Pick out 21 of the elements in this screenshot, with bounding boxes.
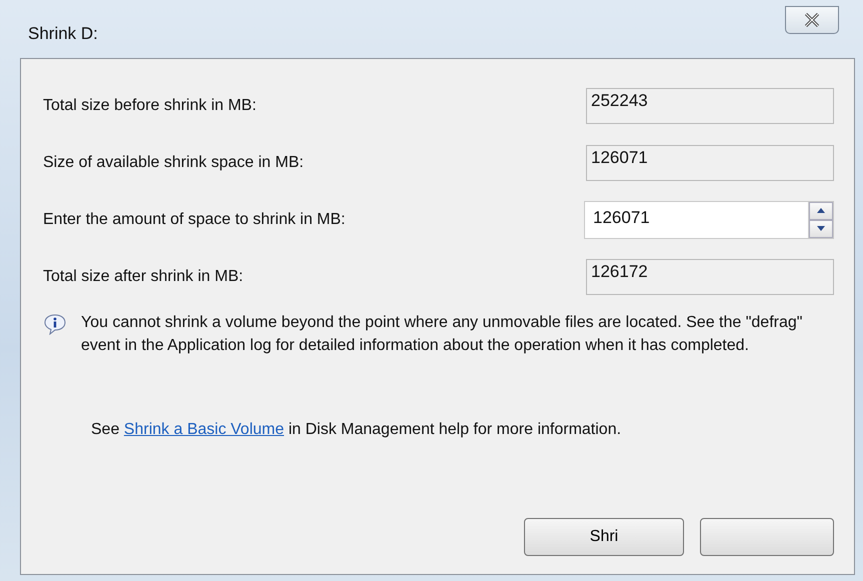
dialog-button[interactable]: Shri (524, 518, 684, 556)
field-label: Total size before shrink in MB: (43, 96, 256, 114)
close-icon (804, 13, 820, 27)
field-label: Size of available shrink space in MB: (43, 154, 304, 172)
help-link[interactable]: Shrink a Basic Volume (124, 421, 284, 438)
dialog-button[interactable] (700, 518, 834, 556)
readonly-field: 126172 (586, 258, 834, 294)
readonly-field: 126071 (586, 144, 834, 180)
shrink-amount-field[interactable]: 126071 (584, 200, 834, 238)
info-icon (43, 313, 67, 335)
window-title: Shrink D: (28, 24, 98, 44)
info-message: You cannot shrink a volume beyond the point where any unmovable files are located. See the "defrag" event in the Application log for detailed information about the operation when it has completed. (81, 313, 804, 356)
help-text: See Shrink a Basic Volume in Disk Management help for more information. (91, 421, 622, 439)
field-label: Total size after shrink in MB: (43, 268, 244, 286)
field-label: Enter the amount of space to shrink in MB: (43, 210, 346, 228)
spin-up-button[interactable] (809, 202, 833, 220)
down-arrow-icon (817, 226, 825, 231)
readonly-field: 252243 (586, 88, 834, 124)
spin-down-button[interactable] (809, 220, 833, 238)
close-button[interactable] (785, 6, 839, 34)
up-arrow-icon (817, 208, 825, 213)
